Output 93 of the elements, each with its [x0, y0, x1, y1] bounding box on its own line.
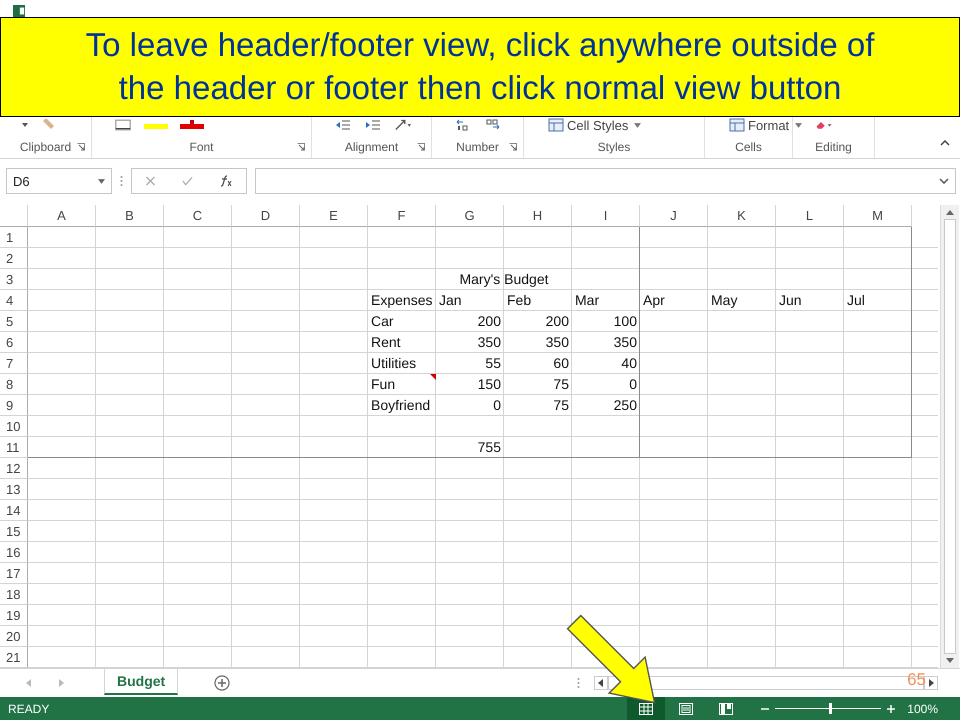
launcher-icon[interactable] — [77, 143, 85, 152]
cell-value: 40 — [621, 355, 637, 372]
column-header[interactable]: K — [708, 205, 776, 228]
group-label: Editing — [815, 140, 852, 154]
add-sheet-icon[interactable] — [214, 675, 230, 692]
cell-value: 55 — [485, 355, 501, 372]
border-icon[interactable] — [114, 119, 132, 132]
column-header[interactable]: D — [232, 205, 300, 228]
cell-value: 755 — [478, 439, 501, 456]
cell-value: Jul — [847, 292, 865, 308]
cell-value: 0 — [629, 376, 637, 392]
sheet-title: Mary's Budget — [459, 271, 549, 288]
scroll-right-icon[interactable] — [924, 676, 938, 690]
cell-value: 350 — [614, 334, 637, 350]
cell-styles-button[interactable]: Cell Styles — [546, 118, 644, 133]
cell-value: 75 — [553, 376, 569, 392]
cell-value: Jun — [779, 292, 802, 308]
page-break-icon — [719, 702, 734, 715]
excel-icon — [12, 4, 26, 17]
more-icon — [577, 677, 580, 690]
column-header[interactable]: I — [572, 205, 640, 228]
cell-value: 100 — [614, 313, 637, 330]
zoom-level[interactable]: 100% — [907, 702, 938, 716]
cell-value: 350 — [546, 334, 569, 350]
launcher-icon[interactable] — [297, 143, 305, 152]
name-box[interactable]: D6 — [6, 168, 112, 194]
page-icon — [679, 702, 694, 715]
formula-field[interactable] — [255, 168, 956, 194]
column-header[interactable]: J — [640, 205, 708, 228]
cell-value: 0 — [493, 397, 501, 414]
cell-value: 250 — [614, 397, 637, 414]
column-header[interactable]: E — [300, 205, 368, 228]
grid-icon — [639, 702, 654, 715]
collapse-ribbon-icon[interactable] — [940, 140, 950, 146]
table-icon — [729, 118, 745, 132]
column-header[interactable]: B — [96, 205, 164, 228]
sheet-tab[interactable]: Budget — [104, 669, 178, 696]
column-header[interactable]: M — [844, 205, 912, 228]
cell-value: 200 — [546, 313, 569, 330]
cell-value: 350 — [478, 334, 501, 350]
eraser-icon[interactable] — [815, 119, 833, 132]
orientation-icon[interactable] — [394, 119, 412, 132]
column-header[interactable]: C — [164, 205, 232, 228]
scroll-left-icon[interactable] — [594, 676, 608, 690]
check-icon[interactable] — [182, 176, 193, 186]
column-header[interactable]: F — [368, 205, 436, 228]
cell-value: Rent — [371, 334, 401, 350]
group-label: Font — [189, 140, 214, 154]
caret-icon — [634, 122, 642, 128]
cell-value: 60 — [553, 355, 569, 372]
table-icon — [548, 118, 564, 132]
expand-icon[interactable] — [939, 178, 949, 184]
decrease-indent-icon[interactable] — [334, 119, 352, 132]
cell-value: Expenses — [371, 292, 432, 308]
increase-decimal-icon[interactable] — [484, 119, 502, 132]
vertical-scrollbar[interactable] — [940, 205, 959, 668]
more-icon — [120, 175, 123, 188]
group-label: Cells — [735, 140, 762, 154]
launcher-icon[interactable] — [417, 143, 425, 152]
group-label: Number — [456, 140, 499, 154]
format-button[interactable]: Format — [727, 118, 804, 133]
cell-value: 150 — [478, 376, 501, 392]
callout-text: the header or footer then click normal view button — [118, 68, 842, 108]
cell-value: Boyfriend — [371, 397, 430, 414]
caret-icon[interactable] — [22, 123, 28, 128]
column-header[interactable]: L — [776, 205, 844, 228]
function-icon[interactable] — [219, 175, 233, 188]
caret-icon — [795, 122, 802, 128]
cell-value: Jan — [439, 292, 462, 308]
cell-value: 75 — [553, 397, 569, 414]
cell-value: Car — [371, 313, 394, 330]
column-header[interactable]: A — [28, 205, 96, 228]
cell-value: Utilities — [371, 355, 416, 372]
cell-value: Feb — [507, 292, 532, 308]
cell-value: 200 — [478, 313, 501, 330]
status-text: READY — [8, 702, 50, 716]
group-label: Styles — [598, 140, 630, 154]
group-label: Alignment — [344, 140, 398, 154]
column-header[interactable]: G — [436, 205, 504, 228]
cell-value: Mar — [575, 292, 600, 308]
font-color-icon[interactable] — [180, 119, 204, 132]
increase-indent-icon[interactable] — [364, 119, 382, 132]
callout-text: To leave header/footer view, click anywhere outside of — [86, 25, 874, 66]
cell-value: May — [711, 292, 738, 308]
scroll-down-icon[interactable] — [946, 658, 954, 664]
cell-value: Apr — [643, 292, 665, 308]
group-label: Clipboard — [20, 140, 72, 154]
column-header[interactable]: H — [504, 205, 572, 228]
launcher-icon[interactable] — [509, 143, 517, 152]
cell-value: Fun — [371, 376, 396, 392]
slide-number: 65 — [907, 670, 926, 690]
scroll-up-icon[interactable] — [946, 209, 954, 216]
zoom-in-icon[interactable] — [887, 704, 896, 713]
